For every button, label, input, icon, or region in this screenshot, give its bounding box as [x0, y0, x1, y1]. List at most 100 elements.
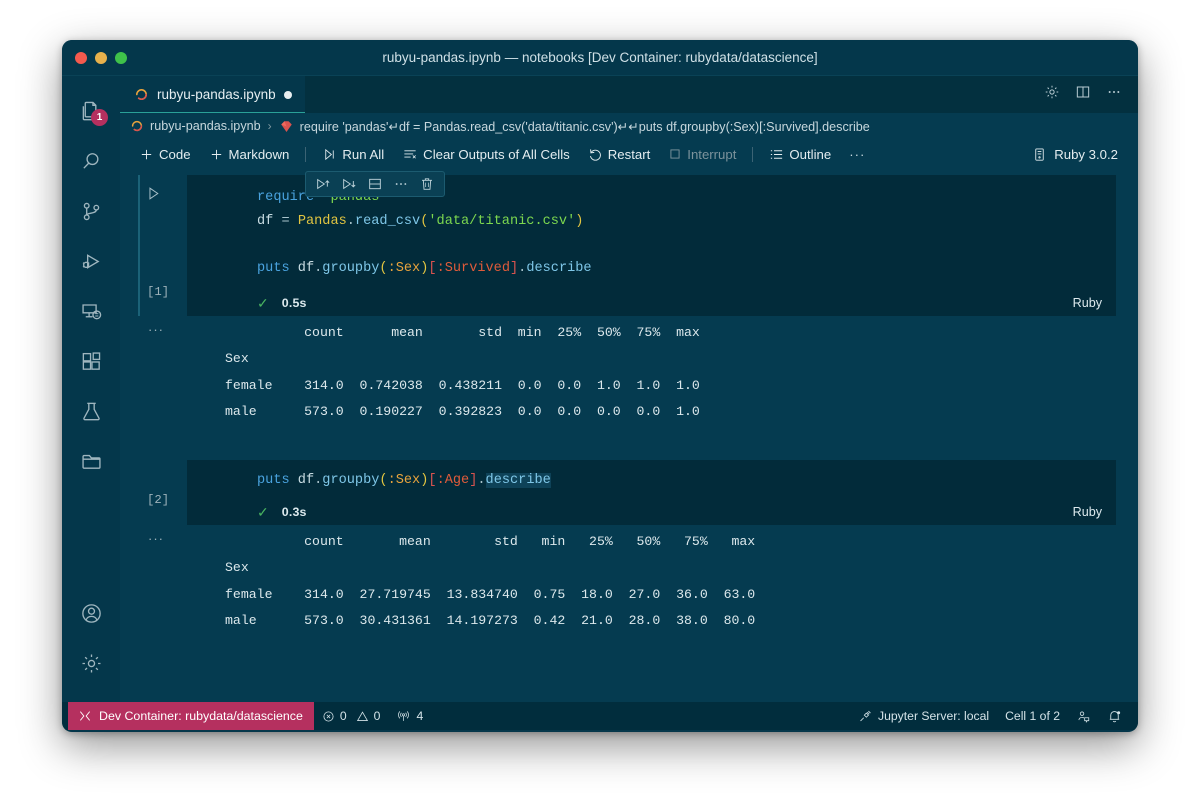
jupyter-server-indicator[interactable]: Jupyter Server: local [850, 702, 997, 730]
output-gutter: ··· [120, 525, 187, 642]
jupyter-server-label: Jupyter Server: local [878, 709, 990, 723]
close-window-button[interactable] [75, 51, 87, 64]
run-all-button[interactable]: Run All [313, 142, 393, 166]
extensions-icon [82, 351, 100, 370]
notifications-button[interactable] [1099, 702, 1130, 730]
sidebar-item-testing[interactable] [62, 386, 120, 436]
server-icon [1035, 147, 1044, 161]
feedback-person-icon [1078, 711, 1090, 723]
output-line: Sex [225, 560, 748, 576]
sidebar-item-explorer[interactable]: 1 [62, 86, 120, 136]
kernel-picker[interactable]: Ruby 3.0.2 [1032, 147, 1122, 162]
add-markdown-cell-button[interactable]: Markdown [200, 142, 299, 166]
code-line: df = Pandas.read_csv('data/titanic.csv') [257, 213, 584, 229]
toolbar-separator [305, 146, 307, 162]
split-editor-button[interactable] [1075, 84, 1091, 105]
remote-label: Dev Container: rubydata/datascience [99, 709, 303, 723]
output-gutter: ··· [120, 316, 187, 433]
minimize-window-button[interactable] [95, 51, 107, 64]
notebook-settings-button[interactable] [1044, 84, 1060, 105]
ellipsis-icon [395, 183, 407, 185]
remote-indicator[interactable]: Dev Container: rubydata/datascience [68, 702, 314, 730]
execution-count: [2] [147, 493, 170, 508]
run-cell-button[interactable] [143, 182, 165, 204]
run-all-icon [325, 148, 335, 160]
editor-more-actions-button[interactable] [1106, 84, 1122, 105]
breadcrumb-file[interactable]: rubyu-pandas.ipynb [150, 119, 261, 133]
add-code-cell-button[interactable]: Code [130, 142, 200, 166]
breadcrumb-separator: › [267, 119, 272, 133]
plug-icon [860, 710, 871, 722]
output-body: count mean std min 25% 50% 75% max Sex f… [187, 316, 1138, 433]
tab-label: rubyu-pandas.ipynb [157, 87, 276, 102]
cell-language[interactable]: Ruby [1073, 505, 1102, 519]
run-below-button[interactable] [336, 172, 362, 196]
cell-status-row: ✓ 0.5s Ruby [187, 290, 1116, 317]
sidebar-item-accounts[interactable] [62, 588, 120, 638]
clear-outputs-button[interactable]: Clear Outputs of All Cells [393, 142, 579, 166]
outline-button[interactable]: Outline [760, 142, 840, 166]
notebook-cell[interactable]: [2] puts df.groupby(:Sex)[:Age].describe… [120, 460, 1138, 526]
split-cell-icon [369, 178, 381, 190]
run-below-icon [343, 178, 356, 190]
cell-action-toolbar [305, 171, 445, 197]
sidebar-item-settings[interactable] [62, 638, 120, 688]
sidebar-item-run-and-debug[interactable] [62, 236, 120, 286]
title-bar: rubyu-pandas.ipynb — notebooks [Dev Cont… [62, 40, 1138, 76]
toolbar-separator-2 [752, 146, 754, 162]
output-body: count mean std min 25% 50% 75% max Sex f… [187, 525, 1138, 642]
screen: rubyu-pandas.ipynb — notebooks [Dev Cont… [0, 0, 1200, 811]
activity-bar: 1 [62, 76, 120, 702]
cell-content: puts df.groupby(:Sex)[:Age].describe ✓ 0… [187, 460, 1138, 526]
cell-code-editor[interactable]: puts df.groupby(:Sex)[:Age].describe [187, 460, 1116, 500]
explorer-badge: 1 [91, 109, 108, 126]
delete-cell-button[interactable] [414, 172, 440, 196]
split-cell-button[interactable] [362, 172, 388, 196]
sidebar-item-extensions[interactable] [62, 336, 120, 386]
notebook-canvas: [1] require 'pandas' df = Pandas.read_cs… [120, 169, 1138, 702]
maximize-window-button[interactable] [115, 51, 127, 64]
more-cell-actions-button[interactable] [388, 172, 414, 196]
status-bar-right: Jupyter Server: local Cell 1 of 2 [850, 702, 1138, 730]
breadcrumb[interactable]: rubyu-pandas.ipynb › require 'pandas'↵df… [120, 113, 1138, 139]
output-more-button[interactable]: ··· [148, 322, 164, 337]
notebook-cell[interactable]: [1] require 'pandas' df = Pandas.read_cs… [120, 175, 1138, 317]
warning-icon [356, 710, 368, 721]
run-above-icon [317, 178, 330, 190]
interrupt-button[interactable]: Interrupt [659, 142, 745, 166]
cell-position-indicator[interactable]: Cell 1 of 2 [997, 702, 1068, 730]
notebook-toolbar: Code Markdown Run All Clear Outputs of A… [120, 139, 1138, 169]
ports-count: 4 [416, 709, 424, 723]
remote-icon [79, 711, 91, 721]
bell-icon [1109, 710, 1121, 722]
status-bar: Dev Container: rubydata/datascience 0 0 [62, 702, 1138, 730]
remote-explorer-icon [81, 303, 101, 319]
cell-language[interactable]: Ruby [1073, 296, 1102, 310]
cell-position-label: Cell 1 of 2 [1005, 709, 1060, 723]
ruby-icon [131, 120, 143, 132]
toolbar-more-button[interactable]: ··· [840, 142, 874, 166]
run-above-button[interactable] [310, 172, 336, 196]
status-bar-left: Dev Container: rubydata/datascience 0 0 [62, 702, 431, 730]
tab-dirty-indicator[interactable] [283, 90, 292, 99]
sidebar-item-source-control[interactable] [62, 186, 120, 236]
tab-rubyu-pandas[interactable]: rubyu-pandas.ipynb [120, 76, 305, 113]
output-more-button[interactable]: ··· [148, 531, 164, 546]
interrupt-label: Interrupt [687, 146, 737, 162]
ports-indicator[interactable]: 4 [388, 702, 431, 730]
sidebar-item-search[interactable] [62, 136, 120, 186]
trash-icon [422, 178, 432, 190]
feedback-button[interactable] [1068, 702, 1099, 730]
sidebar-item-folder[interactable] [62, 436, 120, 486]
check-icon: ✓ [257, 295, 269, 312]
gear-icon [81, 653, 101, 673]
window-controls[interactable] [75, 51, 127, 64]
code-line: puts df.groupby(:Sex)[:Age].describe [257, 473, 551, 489]
cell-duration: 0.3s [281, 505, 307, 520]
clear-outputs-label: Clear Outputs of All Cells [423, 146, 570, 162]
problems-indicator[interactable]: 0 0 [314, 702, 389, 730]
breadcrumb-cell[interactable]: require 'pandas'↵df = Pandas.read_csv('d… [300, 119, 870, 134]
code-line: puts df.groupby(:Sex)[:Survived].describ… [257, 261, 592, 277]
restart-kernel-button[interactable]: Restart [579, 142, 660, 166]
sidebar-item-remote-explorer[interactable] [62, 286, 120, 336]
